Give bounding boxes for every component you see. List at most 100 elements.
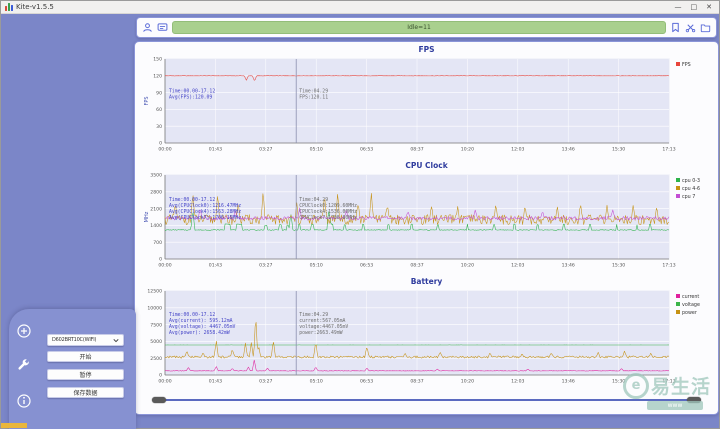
info-icon[interactable]: [16, 393, 32, 409]
svg-text:17:13: 17:13: [662, 379, 675, 385]
svg-text:12:03: 12:03: [511, 147, 524, 153]
svg-text:30: 30: [156, 124, 162, 130]
svg-text:cpu 7: cpu 7: [682, 194, 695, 200]
svg-text:Time:04.29: Time:04.29: [299, 312, 328, 318]
svg-text:08:37: 08:37: [410, 379, 423, 385]
app-window: Kite-v1.5.5 — □ ✕ Idle=11 FPS 0 30 60 90…: [0, 0, 720, 429]
svg-text:10:20: 10:20: [461, 263, 474, 269]
svg-text:15:30: 15:30: [612, 379, 625, 385]
svg-text:Time:00.00-17.12: Time:00.00-17.12: [169, 89, 215, 95]
save-data-button[interactable]: 保存数据: [47, 387, 124, 398]
svg-text:10:20: 10:20: [461, 379, 474, 385]
svg-text:Avg(power): 2658.42mW: Avg(power): 2658.42mW: [169, 330, 230, 336]
scissors-icon[interactable]: [685, 22, 696, 33]
svg-text:13:46: 13:46: [562, 379, 575, 385]
svg-text:10000: 10000: [147, 306, 162, 312]
svg-text:Time:00.00-17.12: Time:00.00-17.12: [169, 197, 215, 203]
svg-text:60: 60: [156, 107, 162, 113]
start-button-label: 开始: [79, 354, 92, 361]
device-select[interactable]: D602BRT10C(WIFI): [47, 334, 124, 346]
slider-track[interactable]: [160, 399, 693, 401]
svg-text:5000: 5000: [150, 339, 162, 345]
svg-text:Avg(current): 595.12mA: Avg(current): 595.12mA: [169, 318, 233, 324]
svg-text:05:10: 05:10: [310, 379, 323, 385]
svg-text:Avg(FPS):120.09: Avg(FPS):120.09: [169, 95, 212, 101]
battery-chart: Battery 0 2500 5000 7500 10000 12500 00:00 01:4…: [138, 277, 715, 393]
svg-text:13:46: 13:46: [562, 263, 575, 269]
svg-text:13:46: 13:46: [562, 147, 575, 153]
svg-text:7500: 7500: [150, 322, 162, 328]
svg-text:2100: 2100: [150, 206, 162, 212]
svg-text:01:43: 01:43: [209, 379, 222, 385]
fps-chart: FPS 0 30 60 90 120 150 00:00 01:43 03:27 05:10 06:…: [138, 45, 715, 161]
wrench-icon[interactable]: [16, 357, 32, 373]
svg-text:power: power: [682, 310, 697, 316]
svg-text:2500: 2500: [150, 356, 162, 362]
svg-text:08:37: 08:37: [410, 263, 423, 269]
svg-text:10:20: 10:20: [461, 147, 474, 153]
svg-text:12:03: 12:03: [511, 263, 524, 269]
maximize-button[interactable]: □: [691, 1, 698, 14]
svg-text:03:27: 03:27: [259, 379, 272, 385]
svg-text:Avg(CPUClock0):1216.47MHz: Avg(CPUClock0):1216.47MHz: [169, 203, 241, 209]
svg-text:cpu 0-3: cpu 0-3: [682, 178, 700, 184]
svg-text:06:53: 06:53: [360, 147, 373, 153]
close-button[interactable]: ✕: [706, 1, 712, 14]
battery-chart-title: Battery: [410, 277, 443, 286]
fps-plot[interactable]: 0 30 60 90 120 150 00:00 01:43 03:27 05:10 06:53 08…: [138, 55, 715, 159]
corner-strip: [1, 423, 27, 428]
svg-text:voltage:4467.05mV: voltage:4467.05mV: [299, 324, 348, 330]
svg-text:1400: 1400: [150, 223, 162, 229]
add-button[interactable]: [16, 323, 32, 339]
svg-text:120: 120: [153, 74, 162, 80]
svg-text:MHz: MHz: [144, 211, 150, 222]
save-data-button-label: 保存数据: [73, 390, 98, 397]
svg-text:12500: 12500: [147, 289, 162, 295]
svg-text:00:00: 00:00: [158, 263, 171, 269]
main-area: Idle=11 FPS 0 30 60 90 120 150 00:00 01:43 03:27…: [1, 14, 719, 429]
svg-text:0: 0: [159, 257, 162, 263]
svg-text:cpu 4-6: cpu 4-6: [682, 186, 700, 192]
bookmark-icon[interactable]: [670, 22, 681, 33]
pause-button-label: 暂停: [79, 372, 92, 379]
battery-plot[interactable]: 0 2500 5000 7500 10000 12500 00:00 01:43 03:27 05…: [138, 287, 715, 391]
svg-text:03:27: 03:27: [259, 263, 272, 269]
svg-text:FPS:120.11: FPS:120.11: [299, 95, 328, 101]
user-icon[interactable]: [142, 22, 153, 33]
svg-text:00:00: 00:00: [158, 379, 171, 385]
top-toolbar: Idle=11: [136, 17, 717, 38]
minimize-button[interactable]: —: [675, 1, 682, 14]
pause-button[interactable]: 暂停: [47, 369, 124, 380]
svg-text:FPS: FPS: [682, 62, 691, 68]
chevron-down-icon: [113, 338, 119, 342]
svg-text:90: 90: [156, 90, 162, 96]
svg-text:05:10: 05:10: [310, 263, 323, 269]
window-title: Kite-v1.5.5: [16, 3, 54, 11]
status-text: Idle=11: [407, 24, 431, 31]
svg-text:voltage: voltage: [682, 302, 700, 308]
titlebar: Kite-v1.5.5 — □ ✕: [1, 1, 719, 14]
message-icon[interactable]: [157, 22, 168, 33]
sidebar: D602BRT10C(WIFI) 开始 暂停 保存数据: [9, 309, 136, 429]
range-slider-right-handle[interactable]: [687, 397, 701, 403]
svg-text:Time:04.29: Time:04.29: [299, 89, 328, 95]
svg-text:17:13: 17:13: [662, 263, 675, 269]
svg-text:Time:00.00-17.12: Time:00.00-17.12: [169, 312, 215, 318]
cpu-clock-chart: CPU Clock 0 700 1400 2100 2800 3500 00:00 01:43…: [138, 161, 715, 277]
cpu-clock-plot[interactable]: 0 700 1400 2100 2800 3500 00:00 01:43 03:27 05:10…: [138, 171, 715, 275]
charts-panel: FPS 0 30 60 90 120 150 00:00 01:43 03:27 05:10 06:…: [134, 41, 719, 415]
svg-text:05:10: 05:10: [310, 147, 323, 153]
status-bar: Idle=11: [172, 21, 666, 34]
svg-text:17:13: 17:13: [662, 147, 675, 153]
svg-text:CPUClock7:1708.80MHz: CPUClock7:1708.80MHz: [299, 215, 357, 221]
time-range-slider: [138, 393, 715, 407]
folder-icon[interactable]: [700, 22, 711, 33]
svg-text:2800: 2800: [150, 190, 162, 196]
svg-text:FPS: FPS: [144, 96, 150, 105]
svg-text:Avg(CPUClock4):1563.28MHz: Avg(CPUClock4):1563.28MHz: [169, 209, 241, 215]
svg-text:01:43: 01:43: [209, 147, 222, 153]
svg-text:current:567.05mA: current:567.05mA: [299, 318, 345, 324]
svg-text:03:27: 03:27: [259, 147, 272, 153]
range-slider-left-handle[interactable]: [152, 397, 166, 403]
start-button[interactable]: 开始: [47, 351, 124, 362]
